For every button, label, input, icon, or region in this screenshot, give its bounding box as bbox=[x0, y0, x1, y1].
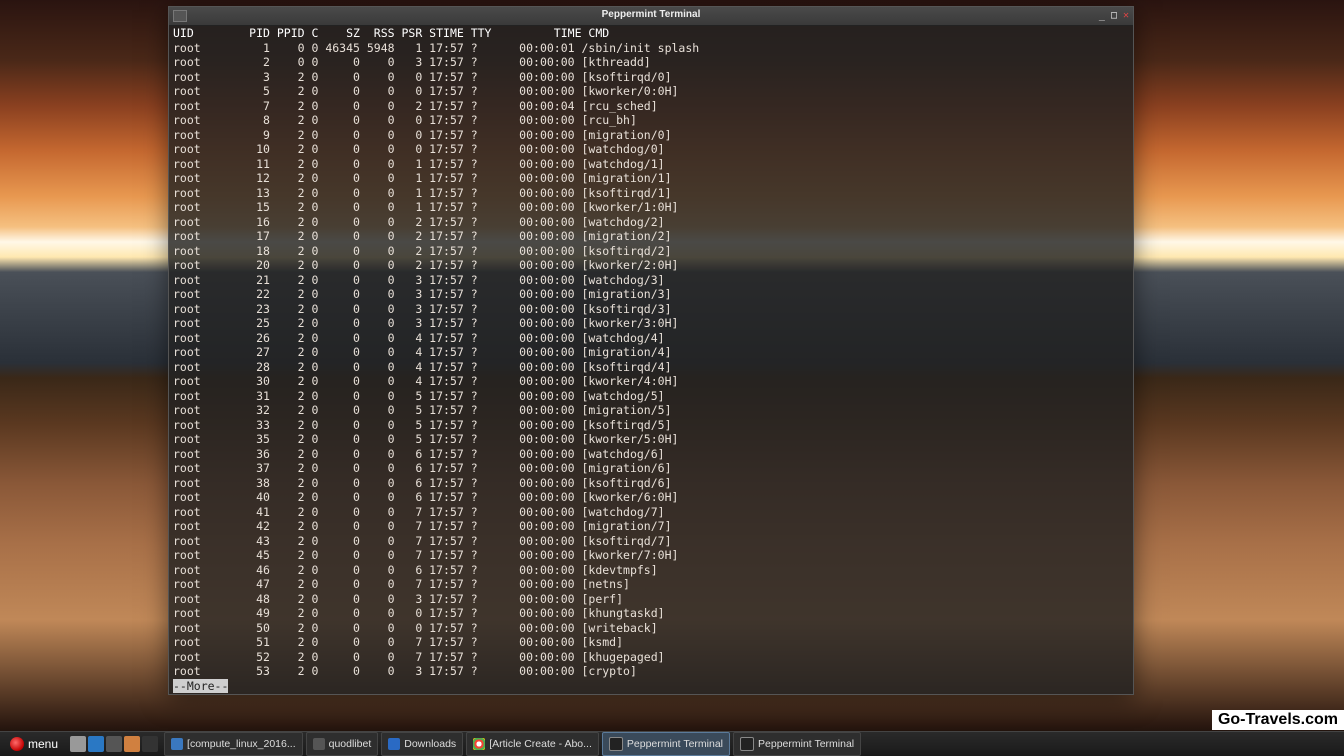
ps-row: root 20 2 0 0 0 2 17:57 ? 00:00:00 [kwor… bbox=[173, 258, 1129, 273]
ps-row: root 10 2 0 0 0 0 17:57 ? 00:00:00 [watc… bbox=[173, 142, 1129, 157]
ps-row: root 32 2 0 0 0 5 17:57 ? 00:00:00 [migr… bbox=[173, 403, 1129, 418]
ps-row: root 50 2 0 0 0 0 17:57 ? 00:00:00 [writ… bbox=[173, 621, 1129, 636]
terminal-window: Peppermint Terminal _ □ ✕ UID PID PPID C… bbox=[168, 6, 1134, 695]
terminal-icon bbox=[173, 10, 187, 22]
task-icon bbox=[313, 738, 325, 750]
ps-row: root 49 2 0 0 0 0 17:57 ? 00:00:00 [khun… bbox=[173, 606, 1129, 621]
ps-row: root 36 2 0 0 0 6 17:57 ? 00:00:00 [watc… bbox=[173, 447, 1129, 462]
taskbar-item[interactable]: quodlibet bbox=[306, 732, 379, 756]
peppermint-logo-icon bbox=[10, 737, 24, 751]
task-icon bbox=[473, 738, 485, 750]
task-label: Peppermint Terminal bbox=[627, 738, 723, 750]
ps-row: root 8 2 0 0 0 0 17:57 ? 00:00:00 [rcu_b… bbox=[173, 113, 1129, 128]
ps-row: root 27 2 0 0 0 4 17:57 ? 00:00:00 [migr… bbox=[173, 345, 1129, 360]
task-icon bbox=[388, 738, 400, 750]
ps-row: root 43 2 0 0 0 7 17:57 ? 00:00:00 [ksof… bbox=[173, 534, 1129, 549]
watermark: Go-Travels.com bbox=[1212, 710, 1344, 730]
ps-row: root 17 2 0 0 0 2 17:57 ? 00:00:00 [migr… bbox=[173, 229, 1129, 244]
taskbar-item[interactable]: [compute_linux_2016... bbox=[164, 732, 303, 756]
ps-row: root 18 2 0 0 0 2 17:57 ? 00:00:00 [ksof… bbox=[173, 244, 1129, 259]
ps-row: root 46 2 0 0 0 6 17:57 ? 00:00:00 [kdev… bbox=[173, 563, 1129, 578]
ps-row: root 47 2 0 0 0 7 17:57 ? 00:00:00 [netn… bbox=[173, 577, 1129, 592]
launcher-icon-1[interactable] bbox=[70, 736, 86, 752]
ps-row: root 53 2 0 0 0 3 17:57 ? 00:00:00 [cryp… bbox=[173, 664, 1129, 679]
ps-row: root 2 0 0 0 0 3 17:57 ? 00:00:00 [kthre… bbox=[173, 55, 1129, 70]
taskbar: menu [compute_linux_2016... quodlibet Down… bbox=[0, 731, 1344, 756]
ps-row: root 38 2 0 0 0 6 17:57 ? 00:00:00 [ksof… bbox=[173, 476, 1129, 491]
ps-header: UID PID PPID C SZ RSS PSR STIME TTY TIME… bbox=[173, 26, 1129, 41]
minimize-button[interactable]: _ bbox=[1099, 11, 1105, 21]
ps-row: root 3 2 0 0 0 0 17:57 ? 00:00:00 [ksoft… bbox=[173, 70, 1129, 85]
launcher-icon-5[interactable] bbox=[142, 736, 158, 752]
ps-row: root 1 0 0 46345 5948 1 17:57 ? 00:00:01… bbox=[173, 41, 1129, 56]
task-label: Peppermint Terminal bbox=[758, 738, 854, 750]
ps-row: root 52 2 0 0 0 7 17:57 ? 00:00:00 [khug… bbox=[173, 650, 1129, 665]
launcher-icon-2[interactable] bbox=[88, 736, 104, 752]
ps-row: root 28 2 0 0 0 4 17:57 ? 00:00:00 [ksof… bbox=[173, 360, 1129, 375]
window-title: Peppermint Terminal bbox=[169, 9, 1133, 20]
task-icon bbox=[740, 737, 754, 751]
task-label: [Article Create - Abo... bbox=[489, 738, 592, 750]
ps-row: root 26 2 0 0 0 4 17:57 ? 00:00:00 [watc… bbox=[173, 331, 1129, 346]
ps-row: root 12 2 0 0 0 1 17:57 ? 00:00:00 [migr… bbox=[173, 171, 1129, 186]
pager-more[interactable]: --More-- bbox=[173, 679, 228, 694]
ps-row: root 48 2 0 0 0 3 17:57 ? 00:00:00 [perf… bbox=[173, 592, 1129, 607]
ps-row: root 13 2 0 0 0 1 17:57 ? 00:00:00 [ksof… bbox=[173, 186, 1129, 201]
menu-label: menu bbox=[28, 737, 58, 751]
ps-row: root 21 2 0 0 0 3 17:57 ? 00:00:00 [watc… bbox=[173, 273, 1129, 288]
task-label: [compute_linux_2016... bbox=[187, 738, 296, 750]
maximize-button[interactable]: □ bbox=[1111, 11, 1117, 21]
ps-row: root 22 2 0 0 0 3 17:57 ? 00:00:00 [migr… bbox=[173, 287, 1129, 302]
taskbar-item[interactable]: Downloads bbox=[381, 732, 463, 756]
ps-row: root 45 2 0 0 0 7 17:57 ? 00:00:00 [kwor… bbox=[173, 548, 1129, 563]
task-icon bbox=[609, 737, 623, 751]
taskbar-item[interactable]: Peppermint Terminal bbox=[733, 732, 861, 756]
ps-row: root 7 2 0 0 0 2 17:57 ? 00:00:04 [rcu_s… bbox=[173, 99, 1129, 114]
ps-row: root 35 2 0 0 0 5 17:57 ? 00:00:00 [kwor… bbox=[173, 432, 1129, 447]
ps-row: root 11 2 0 0 0 1 17:57 ? 00:00:00 [watc… bbox=[173, 157, 1129, 172]
task-icon bbox=[171, 738, 183, 750]
task-label: Downloads bbox=[404, 738, 456, 750]
quick-launch bbox=[70, 736, 158, 752]
ps-row: root 15 2 0 0 0 1 17:57 ? 00:00:00 [kwor… bbox=[173, 200, 1129, 215]
ps-row: root 31 2 0 0 0 5 17:57 ? 00:00:00 [watc… bbox=[173, 389, 1129, 404]
taskbar-item[interactable]: Peppermint Terminal bbox=[602, 732, 730, 756]
close-button[interactable]: ✕ bbox=[1123, 11, 1129, 21]
launcher-icon-4[interactable] bbox=[124, 736, 140, 752]
ps-row: root 40 2 0 0 0 6 17:57 ? 00:00:00 [kwor… bbox=[173, 490, 1129, 505]
ps-row: root 51 2 0 0 0 7 17:57 ? 00:00:00 [ksmd… bbox=[173, 635, 1129, 650]
ps-row: root 42 2 0 0 0 7 17:57 ? 00:00:00 [migr… bbox=[173, 519, 1129, 534]
task-label: quodlibet bbox=[329, 738, 372, 750]
launcher-icon-3[interactable] bbox=[106, 736, 122, 752]
terminal-output[interactable]: UID PID PPID C SZ RSS PSR STIME TTY TIME… bbox=[169, 26, 1133, 694]
ps-row: root 25 2 0 0 0 3 17:57 ? 00:00:00 [kwor… bbox=[173, 316, 1129, 331]
titlebar[interactable]: Peppermint Terminal _ □ ✕ bbox=[169, 7, 1133, 26]
ps-row: root 33 2 0 0 0 5 17:57 ? 00:00:00 [ksof… bbox=[173, 418, 1129, 433]
ps-row: root 41 2 0 0 0 7 17:57 ? 00:00:00 [watc… bbox=[173, 505, 1129, 520]
ps-row: root 9 2 0 0 0 0 17:57 ? 00:00:00 [migra… bbox=[173, 128, 1129, 143]
ps-row: root 16 2 0 0 0 2 17:57 ? 00:00:00 [watc… bbox=[173, 215, 1129, 230]
ps-row: root 37 2 0 0 0 6 17:57 ? 00:00:00 [migr… bbox=[173, 461, 1129, 476]
ps-row: root 5 2 0 0 0 0 17:57 ? 00:00:00 [kwork… bbox=[173, 84, 1129, 99]
taskbar-item[interactable]: [Article Create - Abo... bbox=[466, 732, 599, 756]
menu-button[interactable]: menu bbox=[4, 735, 64, 753]
ps-row: root 30 2 0 0 0 4 17:57 ? 00:00:00 [kwor… bbox=[173, 374, 1129, 389]
ps-row: root 23 2 0 0 0 3 17:57 ? 00:00:00 [ksof… bbox=[173, 302, 1129, 317]
